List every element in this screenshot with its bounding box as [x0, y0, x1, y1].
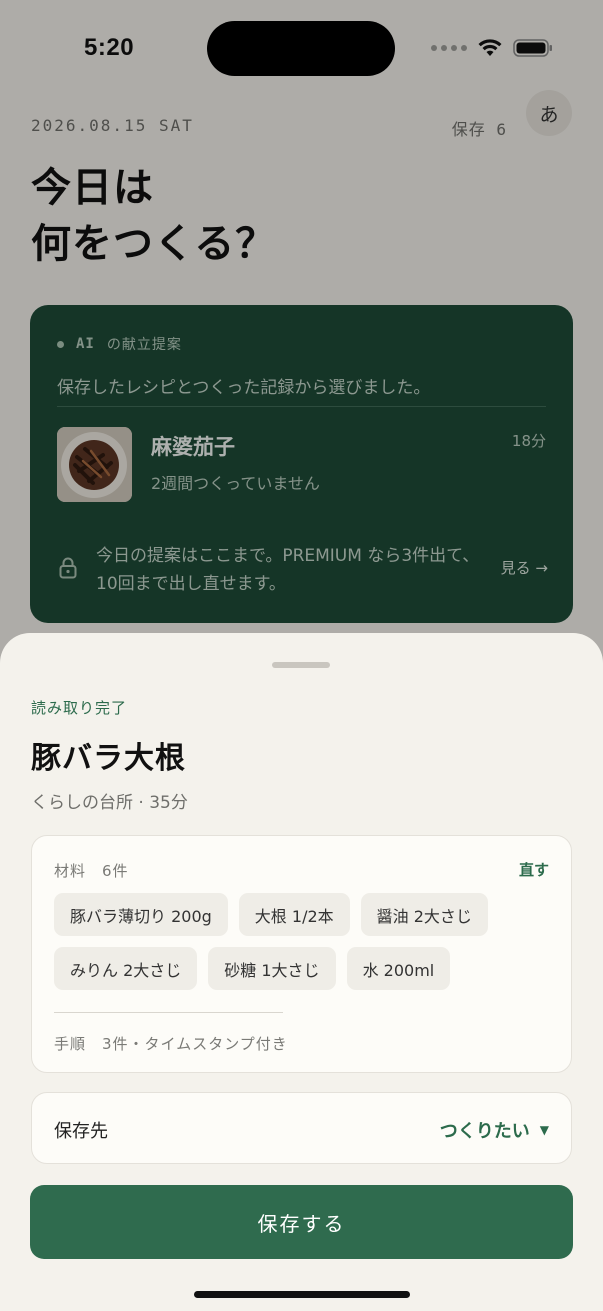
import-result-sheet: 読み取り完了 豚バラ大根 くらしの台所 · 35分 材料 6件 直す 豚バラ薄切…: [0, 633, 603, 1311]
recipe-source: くらしの台所 · 35分: [31, 793, 188, 813]
dynamic-island: [207, 21, 395, 76]
fix-button[interactable]: 直す: [519, 859, 549, 880]
divider: [54, 1012, 283, 1013]
save-button[interactable]: 保存する: [30, 1185, 573, 1259]
home-indicator[interactable]: [194, 1291, 410, 1298]
ingredient-chip: 砂糖 1大さじ: [208, 947, 336, 990]
sheet-grabber[interactable]: [272, 662, 330, 668]
steps-info: 手順 3件・タイムスタンプ付き: [54, 1035, 288, 1053]
caret-down-icon: ▼: [539, 1123, 549, 1137]
read-status: 読み取り完了: [31, 699, 128, 717]
ingredient-chip: 醤油 2大さじ: [360, 893, 488, 936]
ingredient-chips: 豚バラ薄切り 200g 大根 1/2本 醤油 2大さじ みりん 2大さじ 砂糖 …: [54, 893, 554, 990]
ingredients-heading: 材料 6件: [54, 862, 129, 880]
destination-value: つくりたい: [439, 1121, 530, 1142]
ingredient-chip: みりん 2大さじ: [54, 947, 198, 990]
ingredient-chip: 水 200ml: [346, 947, 451, 990]
save-destination-selector[interactable]: 保存先 つくりたい ▼: [31, 1092, 572, 1164]
recipe-title: 豚バラ大根: [31, 741, 186, 776]
ingredients-card: 材料 6件 直す 豚バラ薄切り 200g 大根 1/2本 醤油 2大さじ みりん…: [31, 835, 572, 1073]
destination-dropdown[interactable]: つくりたい ▼: [440, 1117, 549, 1143]
destination-label: 保存先: [54, 1121, 108, 1142]
ingredient-chip: 大根 1/2本: [238, 893, 350, 936]
ingredient-chip: 豚バラ薄切り 200g: [54, 893, 228, 936]
